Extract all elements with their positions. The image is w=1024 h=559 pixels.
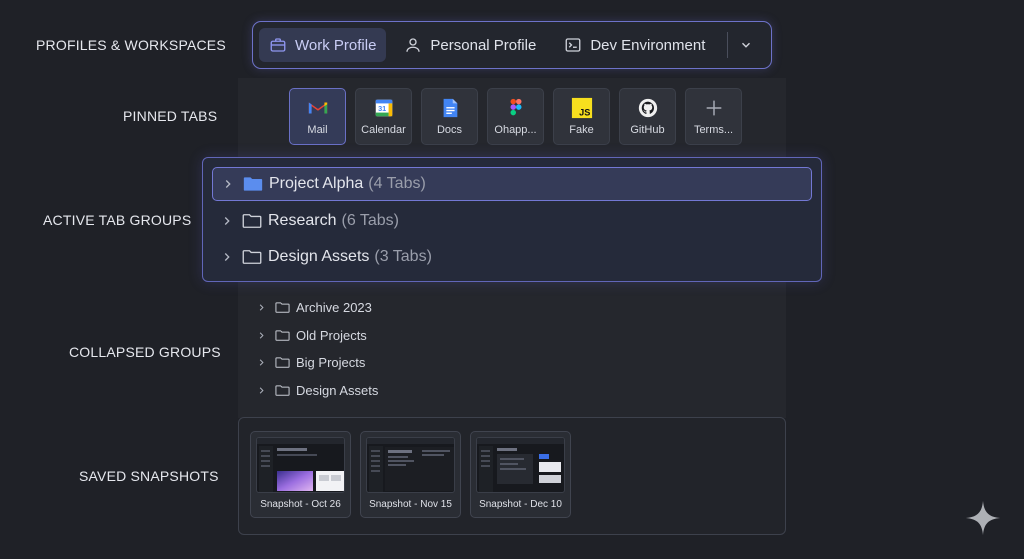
pinned-tab-label: GitHub [630,124,665,136]
chevron-right-icon [259,331,264,339]
pinned-tab-github[interactable]: GitHub [619,88,676,145]
terminal-icon [565,38,581,52]
tab-group-name: Research [268,212,337,229]
pinned-tab-add[interactable]: Terms... [685,88,742,145]
profile-dev-button[interactable]: Dev Environment [554,28,715,62]
active-tab-groups: Project Alpha (4 Tabs) Research (6 Tabs)… [202,157,822,282]
chevron-right-icon [259,386,264,394]
tab-group-project-alpha[interactable]: Project Alpha (4 Tabs) [212,167,812,201]
snapshot-card-nov-15[interactable]: Snapshot - Nov 15 [360,431,461,518]
folder-icon [242,250,262,264]
collapsed-group-name: Design Assets [296,382,379,398]
pinned-tab-mail[interactable]: Mail [289,88,346,145]
collapsed-group-design-assets[interactable]: Design Assets [256,380,378,400]
pinned-tab-js[interactable]: JS Fake [553,88,610,145]
svg-text:JS: JS [579,107,590,117]
figma-icon [505,97,527,119]
collapsed-group-archive-2023[interactable]: Archive 2023 [256,297,372,317]
chevron-down-icon [742,42,751,48]
collapsed-group-name: Old Projects [296,327,367,343]
snapshot-thumbnail [476,437,565,493]
github-icon [637,97,659,119]
pinned-tab-label: Fake [569,124,594,136]
pinned-tab-calendar[interactable]: 31 Calendar [355,88,412,145]
tab-group-name: Design Assets [268,248,370,265]
folder-icon [243,177,263,191]
profile-personal-button[interactable]: Personal Profile [394,28,546,62]
profile-dev-label: Dev Environment [590,36,706,54]
chevron-right-icon [224,217,230,225]
pinned-tab-label: Terms... [693,124,734,136]
snapshot-label: Snapshot - Nov 15 [369,499,452,510]
person-icon [406,38,421,52]
section-label-collapsed: COLLAPSED GROUPS [69,344,221,360]
folder-icon [242,214,262,228]
tab-group-name: Project Alpha [269,175,364,192]
section-label-snapshots: SAVED SNAPSHOTS [79,468,219,484]
section-label-profiles: PROFILES & WORKSPACES [36,37,226,53]
pinned-tab-label: Ohapp... [494,124,537,136]
tab-group-count: (3 Tabs) [374,248,432,265]
calendar-icon: 31 [373,97,395,119]
pinned-tabs: Mail 31 Calendar Docs Ohapp... JS Fake G… [289,88,742,145]
pinned-tab-figma[interactable]: Ohapp... [487,88,544,145]
snapshot-label: Snapshot - Dec 10 [479,499,562,510]
profile-switcher: Work Profile Personal Profile Dev Enviro… [252,21,772,69]
tab-group-design-assets[interactable]: Design Assets (3 Tabs) [212,240,812,274]
pinned-tab-label: Mail [307,124,328,136]
chevron-right-icon [224,253,230,261]
chevron-right-icon [259,358,264,366]
snapshot-card-oct-26[interactable]: Snapshot - Oct 26 [250,431,351,518]
section-label-pinned: PINNED TABS [123,108,218,124]
snapshot-card-dec-10[interactable]: Snapshot - Dec 10 [470,431,571,518]
folder-icon [275,356,290,368]
folder-icon [275,301,290,313]
folder-icon [275,384,290,396]
pinned-tab-docs[interactable]: Docs [421,88,478,145]
pinned-tab-label: Docs [436,124,463,136]
collapsed-group-name: Archive 2023 [296,299,372,315]
js-icon: JS [571,97,593,119]
snapshot-label: Snapshot - Oct 26 [260,499,341,510]
profile-work-button[interactable]: Work Profile [259,28,387,62]
svg-text:31: 31 [378,104,386,113]
profile-work-label: Work Profile [295,36,377,54]
chevron-right-icon [225,180,231,188]
pinned-tab-label: Calendar [361,124,406,136]
profile-personal-label: Personal Profile [430,36,537,54]
profile-more-button[interactable] [728,28,764,62]
sparkle-icon [965,500,1001,536]
collapsed-group-name: Big Projects [296,354,366,370]
folder-icon [275,329,290,341]
section-label-active-groups: ACTIVE TAB GROUPS [43,212,192,228]
collapsed-group-old-projects[interactable]: Old Projects [256,325,367,345]
docs-icon [439,97,461,119]
collapsed-group-big-projects[interactable]: Big Projects [256,352,365,372]
tab-group-count: (4 Tabs) [368,175,426,192]
tab-group-research[interactable]: Research (6 Tabs) [212,204,812,238]
snapshot-thumbnail [256,437,345,493]
chevron-right-icon [259,303,264,311]
briefcase-icon [270,38,286,52]
gmail-icon [307,97,329,119]
tab-group-count: (6 Tabs) [341,212,399,229]
plus-icon [703,97,725,119]
snapshot-thumbnail [366,437,455,493]
